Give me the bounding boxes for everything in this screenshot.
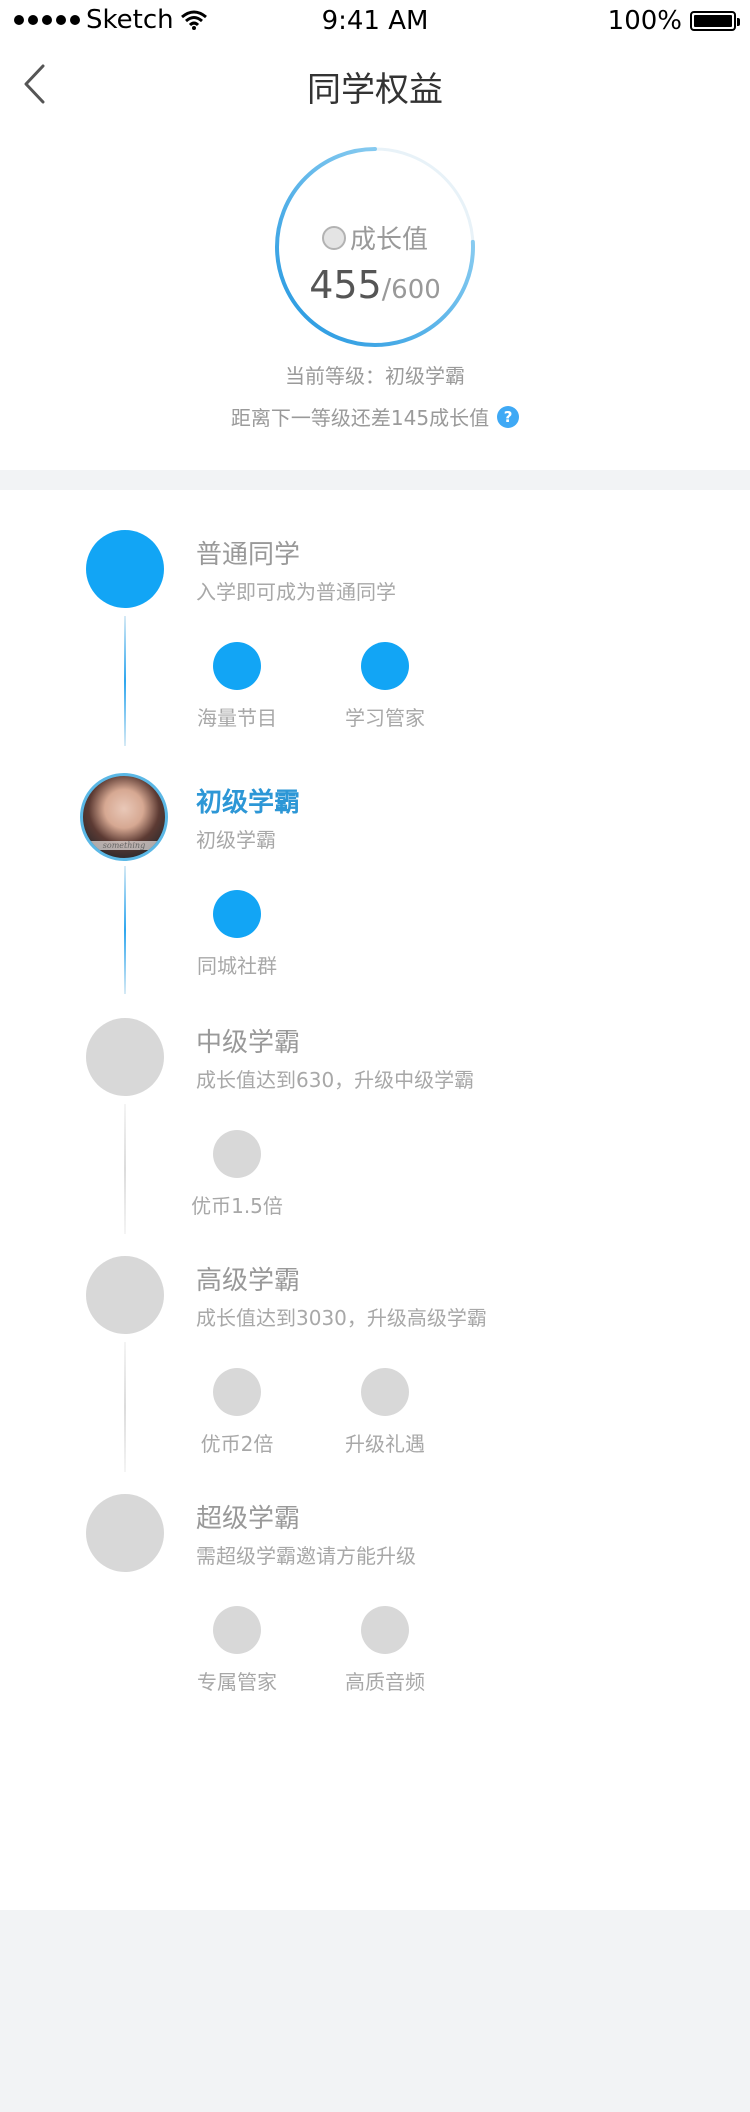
level-desc: 入学即可成为普通同学 [196,580,396,604]
next-level-text: 距离下一等级还差145成长值 [230,406,490,430]
help-icon[interactable]: ? [497,405,520,428]
battery-icon [690,11,740,31]
avatar-caption: something [83,841,165,850]
nav-bar: 同学权益 [0,40,750,128]
benefit-icon[interactable] [361,1368,409,1416]
level-connector [124,616,126,746]
benefit-label: 专属管家 [197,1670,277,1694]
level-title: 中级学霸 [196,1028,301,1058]
benefit-icon[interactable] [213,1606,261,1654]
benefit-label: 优币2倍 [200,1432,274,1456]
level-badge [86,530,164,608]
next-level-row: 距离下一等级还差145成长值 ? [0,402,750,431]
growth-current: 455 [309,263,382,307]
level-connector [124,866,126,994]
level-title: 初级学霸 [196,788,301,818]
avatar: something [80,773,168,861]
level-list: 普通同学 入学即可成为普通同学 海量节目 学习管家 something 初级学霸… [0,490,750,1910]
growth-card: 成长值 455/600 当前等级：初级学霸 距离下一等级还差145成长值 ? [0,128,750,470]
growth-ring: 成长值 455/600 [273,145,477,349]
growth-max: 600 [391,275,441,305]
benefit-label: 海量节目 [197,706,277,730]
benefit-label: 同城社群 [197,954,277,978]
level-title: 超级学霸 [196,1504,301,1534]
coin-icon [321,225,346,250]
benefit-label: 升级礼遇 [345,1432,425,1456]
level-desc: 初级学霸 [196,828,276,852]
benefit-icon[interactable] [213,1368,261,1416]
benefit-label: 高质音频 [345,1670,425,1694]
level-desc: 需超级学霸邀请方能升级 [196,1544,416,1568]
growth-label: 成长值 [349,225,428,255]
level-badge [86,1018,164,1096]
growth-label-row: 成长值 [273,219,477,256]
level-desc: 成长值达到3030，升级高级学霸 [196,1306,487,1330]
growth-value: 455/600 [273,263,477,307]
level-badge [86,1256,164,1334]
level-title: 普通同学 [196,540,301,570]
benefit-label: 学习管家 [345,706,425,730]
benefit-icon[interactable] [213,1130,261,1178]
status-right: 100% [607,6,740,36]
battery-percent: 100% [607,6,682,36]
status-bar: Sketch 9:41 AM 100% [0,0,750,40]
benefit-icon[interactable] [213,890,261,938]
level-connector [124,1342,126,1472]
benefit-icon[interactable] [361,1606,409,1654]
growth-separator: / [381,272,392,305]
level-connector [124,1104,126,1234]
benefit-label: 优币1.5倍 [191,1194,283,1218]
level-title: 高级学霸 [196,1266,301,1296]
current-level-text: 当前等级：初级学霸 [285,364,465,388]
page-title: 同学权益 [307,70,443,110]
level-desc: 成长值达到630，升级中级学霸 [196,1068,475,1092]
benefit-icon[interactable] [213,642,261,690]
benefit-icon[interactable] [361,642,409,690]
level-badge [86,1494,164,1572]
